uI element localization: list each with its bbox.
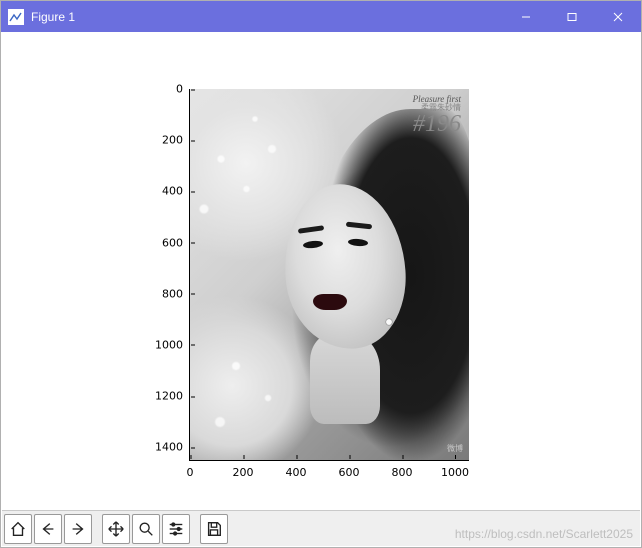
- minimize-button[interactable]: [503, 1, 549, 32]
- home-button[interactable]: [4, 514, 32, 544]
- back-button[interactable]: [34, 514, 62, 544]
- maximize-button[interactable]: [549, 1, 595, 32]
- zoom-button[interactable]: [132, 514, 160, 544]
- close-button[interactable]: [595, 1, 641, 32]
- y-tick: 1400: [155, 441, 190, 454]
- window-titlebar: Figure 1: [1, 1, 641, 32]
- x-tick: 1000: [441, 460, 469, 479]
- save-button[interactable]: [200, 514, 228, 544]
- configure-subplots-button[interactable]: [162, 514, 190, 544]
- image-overlay-label: Pleasure first 柔霧朱砂情 #196: [413, 95, 461, 136]
- y-tick: 800: [162, 287, 190, 300]
- page-watermark: https://blog.csdn.net/Scarlett2025: [455, 527, 633, 541]
- forward-button[interactable]: [64, 514, 92, 544]
- y-tick: 1200: [155, 390, 190, 403]
- axes: Pleasure first 柔霧朱砂情 #196 微博 0 200 400 6…: [189, 89, 469, 461]
- axes-image: Pleasure first 柔霧朱砂情 #196 微博: [190, 89, 469, 460]
- pan-button[interactable]: [102, 514, 130, 544]
- image-corner-watermark: 微博: [447, 443, 463, 454]
- y-tick: 0: [176, 83, 190, 96]
- x-tick: 600: [339, 460, 360, 479]
- x-tick: 400: [286, 460, 307, 479]
- y-tick: 1000: [155, 338, 190, 351]
- y-tick: 200: [162, 134, 190, 147]
- x-tick: 0: [187, 460, 194, 479]
- x-tick: 800: [392, 460, 413, 479]
- figure-canvas[interactable]: Pleasure first 柔霧朱砂情 #196 微博 0 200 400 6…: [2, 33, 640, 509]
- x-tick: 200: [233, 460, 254, 479]
- y-tick: 400: [162, 185, 190, 198]
- window-title: Figure 1: [31, 10, 75, 24]
- app-icon: [8, 9, 24, 25]
- y-tick: 600: [162, 236, 190, 249]
